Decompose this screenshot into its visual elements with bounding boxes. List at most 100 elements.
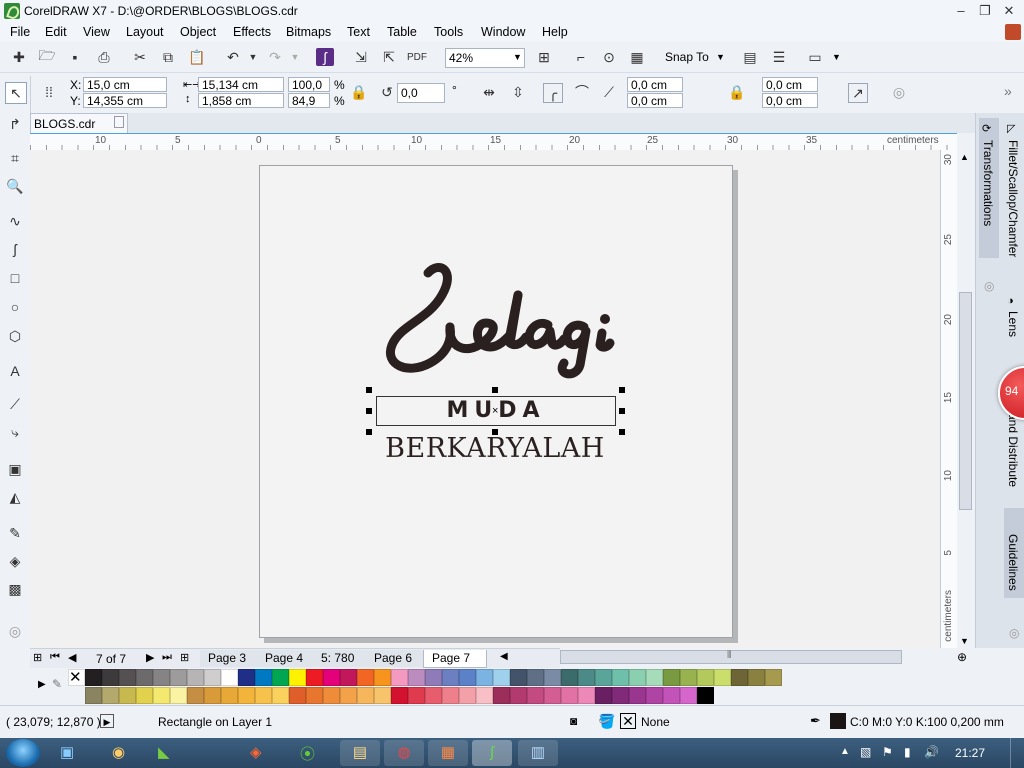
menu-tools[interactable]: Tools	[434, 25, 463, 39]
docker-tab-transformations[interactable]: ⟳ Transformations	[979, 118, 999, 258]
maximize-button[interactable]: ❐	[974, 2, 996, 20]
transparency-tool-icon[interactable]: ◭	[5, 487, 25, 507]
color-swatch[interactable]	[187, 687, 204, 704]
snapshot-icon[interactable]: ◙	[570, 714, 577, 728]
fill-none-swatch[interactable]: ✕	[620, 713, 636, 729]
scale-corners-icon[interactable]: ↗	[848, 83, 868, 103]
vertical-scrollbar[interactable]: ▲ ▼	[957, 150, 974, 648]
menu-edit[interactable]: Edit	[45, 25, 67, 39]
text-tool-icon[interactable]: A	[5, 361, 25, 381]
page-tab[interactable]: 5: 780	[313, 650, 374, 667]
scale-height-field[interactable]: 84,9	[288, 93, 330, 108]
tray-network-icon[interactable]: ▧	[860, 745, 871, 759]
page-tab[interactable]: Page 6	[366, 650, 427, 667]
application-launcher-icon[interactable]: ▭	[806, 48, 824, 66]
full-screen-preview-icon[interactable]: ⊞	[535, 48, 553, 66]
mirror-horizontal-icon[interactable]: ⇹	[480, 83, 498, 101]
color-swatch[interactable]	[170, 669, 187, 686]
color-swatch[interactable]	[697, 687, 714, 704]
corel-connect-icon[interactable]: ʃ	[316, 48, 334, 66]
menu-object[interactable]: Object	[180, 25, 216, 39]
object-width-field[interactable]: 15,134 cm	[198, 77, 284, 92]
color-swatch[interactable]	[408, 669, 425, 686]
show-rulers-icon[interactable]: ⌐	[572, 48, 590, 66]
color-swatch[interactable]	[442, 687, 459, 704]
connector-tool-icon[interactable]: ⤷	[5, 422, 25, 442]
menu-text[interactable]: Text	[347, 25, 370, 39]
color-swatch[interactable]	[442, 669, 459, 686]
scroll-down-icon[interactable]: ▼	[960, 636, 969, 646]
navigator-zoom-icon[interactable]: ⊕	[957, 650, 967, 664]
print-icon[interactable]: ⎙	[95, 48, 113, 66]
color-swatch[interactable]	[255, 669, 272, 686]
color-swatch[interactable]	[595, 669, 612, 686]
menu-view[interactable]: View	[83, 25, 110, 39]
vertical-scroll-thumb[interactable]	[959, 292, 972, 510]
color-swatch[interactable]	[374, 669, 391, 686]
selection-handle-br[interactable]	[619, 429, 625, 435]
color-swatch[interactable]	[204, 687, 221, 704]
undo-icon[interactable]: ↶	[224, 48, 242, 66]
round-corner-icon[interactable]: ╭	[543, 83, 563, 103]
horizontal-scrollbar[interactable]: ⦀	[560, 650, 902, 664]
color-swatch[interactable]	[357, 687, 374, 704]
lock-ratio-icon[interactable]: 🔒	[350, 83, 368, 101]
ellipse-tool-icon[interactable]: ○	[5, 297, 25, 317]
user-account-icon[interactable]	[1005, 24, 1021, 40]
color-swatch[interactable]	[204, 669, 221, 686]
color-swatch[interactable]	[119, 669, 136, 686]
tray-flag-icon[interactable]: ⚑	[882, 745, 893, 759]
color-swatch[interactable]	[663, 669, 680, 686]
tray-volume-icon[interactable]: 🔊	[924, 745, 939, 759]
color-swatch[interactable]	[408, 687, 425, 704]
tray-expand-icon[interactable]: ▲	[840, 746, 850, 757]
show-grid-icon[interactable]: ⊙	[600, 48, 618, 66]
color-swatch[interactable]	[459, 669, 476, 686]
taskbar-app-4[interactable]: ◈	[250, 743, 290, 765]
color-swatch[interactable]	[272, 687, 289, 704]
color-swatch[interactable]	[238, 687, 255, 704]
taskbar-app-7[interactable]: ▥	[518, 740, 558, 766]
selection-handle-mr[interactable]	[619, 408, 625, 414]
taskbar-explorer[interactable]: ▤	[340, 740, 380, 766]
taskbar-app-1[interactable]: ▣	[60, 743, 100, 765]
last-page-icon[interactable]: ⏭	[162, 651, 172, 664]
interactive-fill-icon[interactable]: ◈	[5, 551, 25, 571]
outline-color-swatch[interactable]	[830, 713, 846, 729]
color-swatch[interactable]	[136, 687, 153, 704]
redo-dropdown-icon[interactable]: ▼	[286, 48, 304, 66]
selection-handle-bm[interactable]	[492, 429, 498, 435]
color-swatch[interactable]	[578, 687, 595, 704]
snap-to-dropdown-icon[interactable]: ▼	[716, 52, 725, 62]
polygon-tool-icon[interactable]: ⬡	[5, 326, 25, 346]
save-icon[interactable]: ▪	[66, 48, 84, 66]
color-swatch[interactable]	[595, 687, 612, 704]
color-swatch[interactable]	[629, 687, 646, 704]
import-icon[interactable]: ⇲	[352, 48, 370, 66]
color-swatch[interactable]	[306, 669, 323, 686]
start-button[interactable]	[6, 739, 40, 767]
color-swatch[interactable]	[425, 669, 442, 686]
show-desktop-button[interactable]	[1010, 738, 1024, 768]
artistic-media-icon[interactable]: ʃ	[5, 239, 25, 259]
corner-radius-tl-field[interactable]: 0,0 cm	[627, 77, 683, 92]
color-swatch[interactable]	[510, 669, 527, 686]
new-document-icon[interactable]: ✚	[10, 48, 28, 66]
color-swatch[interactable]	[102, 669, 119, 686]
options-icon[interactable]: ☰	[770, 48, 788, 66]
color-swatch[interactable]	[340, 687, 357, 704]
taskbar-app-5[interactable]: ⦿	[300, 743, 340, 765]
color-swatch[interactable]	[680, 687, 697, 704]
scalloped-corner-icon[interactable]: ⌒	[573, 83, 591, 101]
freehand-tool-icon[interactable]: ∿	[5, 211, 25, 231]
y-position-field[interactable]: 14,355 cm	[83, 93, 167, 108]
color-swatch[interactable]	[544, 669, 561, 686]
menu-effects[interactable]: Effects	[233, 25, 271, 39]
color-swatch[interactable]	[459, 687, 476, 704]
taskbar-app-2[interactable]: ◉	[112, 743, 152, 765]
color-swatch[interactable]	[663, 687, 680, 704]
x-position-field[interactable]: 15,0 cm	[83, 77, 167, 92]
previous-page-icon[interactable]: ◀	[68, 651, 76, 664]
docker-tab-fillet[interactable]: ◸ Fillet/Scallop/Chamfer	[1004, 118, 1024, 283]
color-swatch[interactable]	[578, 669, 595, 686]
